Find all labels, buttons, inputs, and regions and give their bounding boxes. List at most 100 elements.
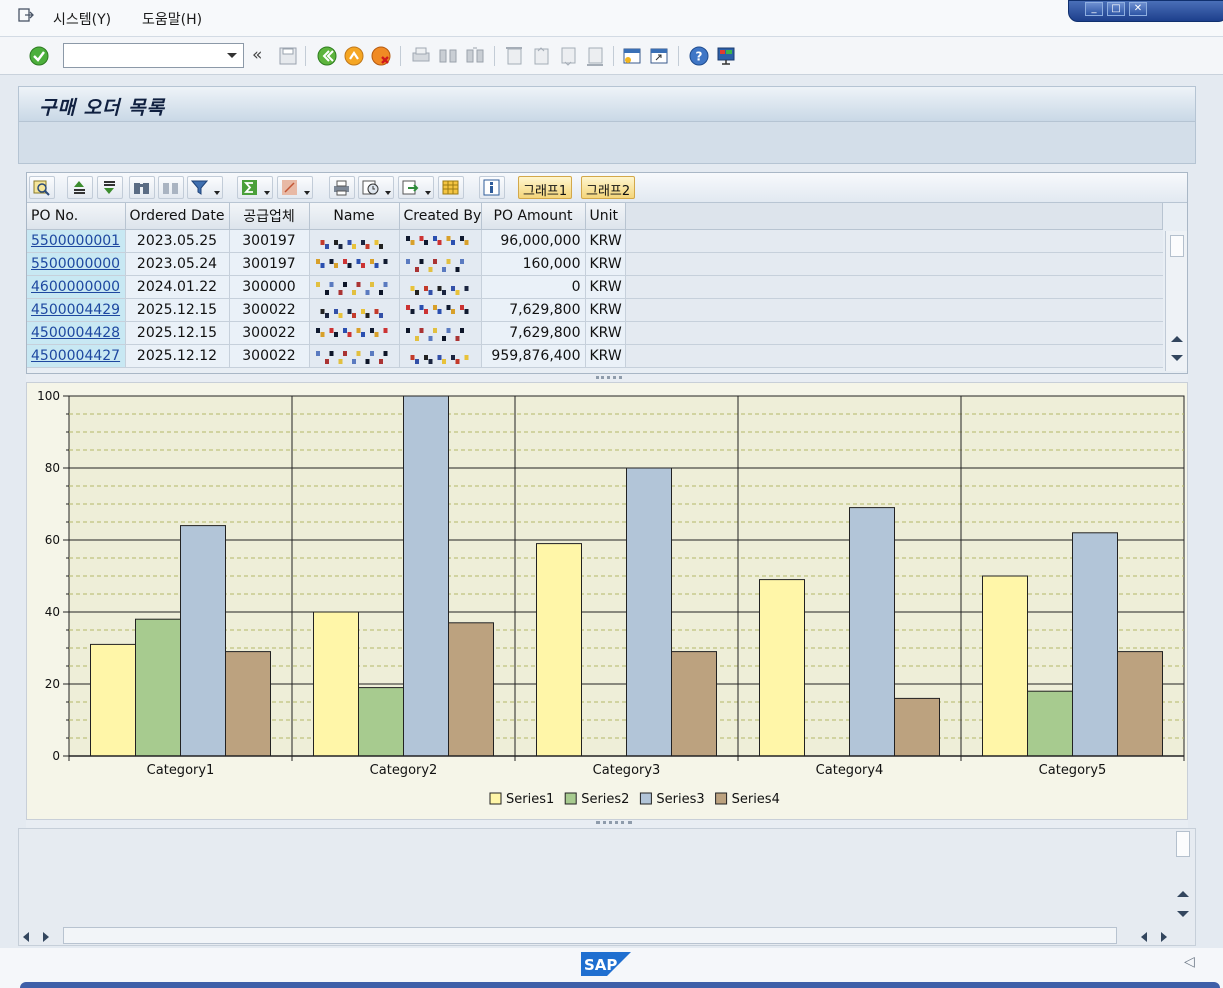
scroll-down-icon[interactable] [1177, 911, 1189, 917]
bar-series4-category2 [448, 622, 494, 757]
shortcut-icon[interactable] [648, 45, 670, 67]
next-page-icon[interactable] [557, 45, 579, 67]
redacted-pixelation [315, 281, 387, 295]
column-header-vendor[interactable]: 공급업체 [229, 203, 310, 230]
table-row[interactable]: 4500004428 2025.12.15 300022 7,629,800 KRW [27, 321, 1163, 345]
po-number-link[interactable]: 4500004427 [31, 348, 120, 364]
separator [613, 46, 614, 66]
cell-po-no: 4500004428 [27, 321, 126, 345]
exit-icon[interactable] [343, 45, 365, 67]
scroll-track[interactable] [63, 927, 1117, 944]
po-number-link[interactable]: 5500000001 [31, 233, 120, 249]
cell-filler [625, 229, 1163, 253]
cell-created-by-redacted [399, 229, 482, 253]
find-next-button[interactable] [158, 176, 184, 199]
filter-button[interactable] [187, 176, 223, 199]
save-icon[interactable] [277, 45, 299, 67]
po-number-link[interactable]: 4500004428 [31, 325, 120, 341]
information-button[interactable] [479, 176, 505, 199]
collapse-chevrons[interactable]: « [252, 45, 262, 65]
first-page-icon[interactable] [503, 45, 525, 67]
table-row[interactable]: 4500004427 2025.12.12 300022 959,876,400 KRW [27, 344, 1163, 368]
customize-layout-icon[interactable] [715, 45, 737, 67]
chevron-down-icon[interactable] [223, 46, 241, 65]
container-vertical-scrollbar[interactable] [1173, 829, 1193, 925]
command-field[interactable] [63, 43, 244, 68]
print-icon[interactable] [410, 45, 432, 67]
scroll-left-icon[interactable] [1141, 932, 1147, 942]
table-row[interactable]: 5500000001 2023.05.25 300197 96,000,000 KRW [27, 229, 1163, 253]
print-preview-button[interactable] [329, 176, 355, 199]
export-button[interactable] [398, 176, 434, 199]
column-header-po-no[interactable]: PO No. [27, 203, 126, 230]
cancel-icon[interactable] [370, 45, 392, 67]
application-toolbar [18, 122, 1196, 164]
x-tick-label: Category4 [816, 763, 884, 778]
views-button[interactable] [358, 176, 394, 199]
status-bar-toggle-icon[interactable]: ◁ [1184, 954, 1195, 970]
cell-name-redacted [309, 321, 400, 345]
column-header-name[interactable]: Name [309, 203, 400, 230]
cell-po-no: 4500004429 [27, 298, 126, 322]
menu-exit-icon[interactable] [18, 8, 34, 22]
grid-vertical-scrollbar[interactable] [1165, 231, 1187, 371]
minimize-icon[interactable]: _ [1085, 2, 1103, 16]
previous-page-icon[interactable] [530, 45, 552, 67]
details-button[interactable] [29, 176, 55, 199]
redacted-pixelation [405, 327, 464, 341]
find-next-icon [163, 183, 178, 194]
back-icon[interactable] [316, 45, 338, 67]
sigma-icon [242, 180, 257, 195]
find-button[interactable] [129, 176, 155, 199]
scroll-left-icon[interactable] [23, 932, 29, 942]
scroll-up-icon[interactable] [1171, 336, 1183, 342]
splitter-handle[interactable] [26, 374, 1188, 382]
cell-name-redacted [309, 252, 400, 276]
screen-title-bar: 구매 오더 목록 [18, 86, 1196, 122]
scroll-up-icon[interactable] [1177, 891, 1189, 897]
po-number-link[interactable]: 4600000000 [31, 279, 120, 295]
y-tick-label: 0 [52, 749, 60, 763]
column-header-ordered-date[interactable]: Ordered Date [125, 203, 230, 230]
table-row[interactable]: 4500004429 2025.12.15 300022 7,629,800 KRW [27, 298, 1163, 322]
graph1-button[interactable]: 그래프1 [518, 176, 573, 199]
layout-button[interactable] [438, 176, 464, 199]
maximize-icon[interactable]: □ [1107, 2, 1125, 16]
column-header-po-amount[interactable]: PO Amount [481, 203, 586, 230]
cell-po-amount: 96,000,000 [481, 229, 586, 253]
column-header-unit[interactable]: Unit [585, 203, 626, 230]
footer-band [20, 982, 1220, 988]
subtotal-button[interactable] [277, 176, 313, 199]
scroll-right-icon[interactable] [43, 932, 49, 942]
po-number-link[interactable]: 5500000000 [31, 256, 120, 272]
graph2-button[interactable]: 그래프2 [581, 176, 636, 199]
find-icon[interactable] [437, 45, 459, 67]
scroll-thumb[interactable] [1176, 831, 1190, 857]
po-table: PO No. Ordered Date 공급업체 Name Created By… [27, 203, 1163, 368]
legend-swatch [564, 792, 577, 805]
scroll-down-icon[interactable] [1171, 355, 1183, 361]
enter-check-icon[interactable] [28, 45, 50, 67]
horizontal-scrollbar[interactable] [19, 927, 1195, 945]
find-next-icon[interactable] [464, 45, 486, 67]
table-row[interactable]: 5500000000 2023.05.24 300197 160,000 KRW [27, 252, 1163, 276]
help-icon[interactable]: ? [688, 45, 710, 67]
sum-button[interactable] [237, 176, 273, 199]
menu-system[interactable]: 시스템(Y) [53, 9, 111, 29]
new-session-icon[interactable] [621, 45, 643, 67]
menu-help[interactable]: 도움말(H) [142, 9, 202, 29]
legend-label: Series4 [732, 792, 780, 807]
sort-descending-button[interactable] [97, 176, 123, 199]
column-header-created-by[interactable]: Created By [399, 203, 482, 230]
cell-unit: KRW [585, 252, 626, 276]
cell-unit: KRW [585, 344, 626, 368]
po-number-link[interactable]: 4500004429 [31, 302, 120, 318]
scroll-right-icon[interactable] [1161, 932, 1167, 942]
last-page-icon[interactable] [584, 45, 606, 67]
cell-po-no: 5500000000 [27, 252, 126, 276]
close-icon[interactable]: ✕ [1129, 2, 1147, 16]
table-row[interactable]: 4600000000 2024.01.22 300000 0 KRW [27, 275, 1163, 299]
scroll-thumb[interactable] [1170, 235, 1184, 257]
splitter-handle[interactable] [26, 820, 1188, 828]
sort-ascending-button[interactable] [67, 176, 93, 199]
